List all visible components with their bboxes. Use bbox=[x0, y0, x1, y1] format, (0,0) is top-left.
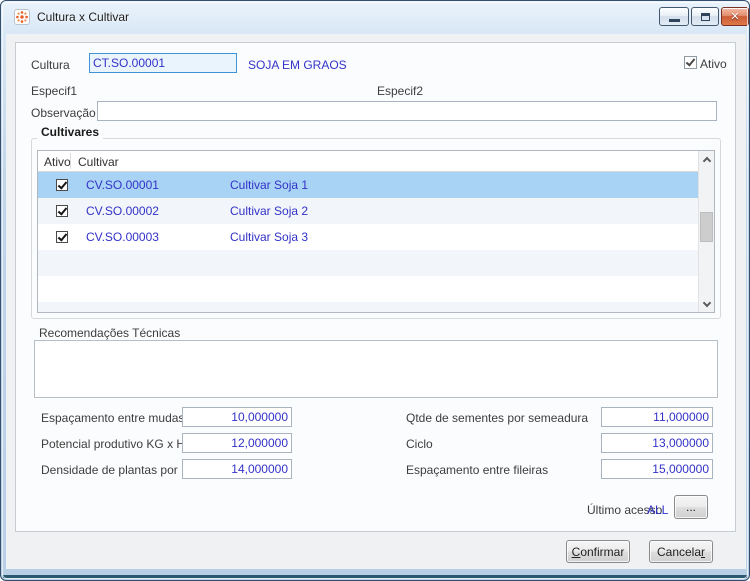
maximize-icon bbox=[700, 12, 710, 21]
cultivar-code: CV.SO.00001 bbox=[86, 178, 159, 192]
window-cultura-x-cultivar: Cultura x Cultivar ✕ Cultura SOJA EM GRA… bbox=[0, 0, 750, 581]
cultivar-code: CV.SO.00002 bbox=[86, 204, 159, 218]
cultura-label: Cultura bbox=[31, 58, 70, 72]
recomendacoes-textarea[interactable] bbox=[34, 340, 718, 398]
empty-row bbox=[38, 302, 714, 312]
qtde-sementes-input[interactable] bbox=[601, 407, 713, 427]
cultivar-name: Cultivar Soja 3 bbox=[230, 230, 309, 244]
empty-row bbox=[38, 276, 714, 302]
cultivares-group-label: Cultivares bbox=[37, 125, 104, 139]
espacamento-fileiras-input[interactable] bbox=[601, 459, 713, 479]
app-icon bbox=[14, 9, 30, 25]
scrollbar-thumb[interactable] bbox=[700, 212, 713, 242]
potencial-produtivo-input[interactable] bbox=[182, 433, 292, 453]
ciclo-input[interactable] bbox=[601, 433, 713, 453]
cancel-button[interactable]: Cancelar bbox=[649, 540, 713, 563]
qtde-sementes-label: Qtde de sementes por semeadura bbox=[406, 411, 589, 425]
especif2-label: Especif2 bbox=[377, 84, 424, 98]
row-ativo-checkbox[interactable] bbox=[56, 231, 68, 243]
window-title: Cultura x Cultivar bbox=[37, 10, 130, 24]
cultivar-row[interactable]: CV.SO.00001 Cultivar Soja 1 bbox=[38, 172, 714, 198]
row-ativo-checkbox[interactable] bbox=[56, 179, 68, 191]
ciclo-label: Ciclo bbox=[406, 437, 433, 451]
cultivar-row[interactable]: CV.SO.00002 Cultivar Soja 2 bbox=[38, 198, 714, 224]
grid-header: Ativo Cultivar bbox=[38, 151, 714, 172]
title-bar[interactable]: Cultura x Cultivar ✕ bbox=[1, 1, 749, 34]
close-button[interactable]: ✕ bbox=[721, 7, 749, 26]
ultimo-acesso-value: ALL bbox=[647, 503, 669, 517]
cultura-input[interactable] bbox=[89, 53, 237, 73]
browse-button[interactable]: ... bbox=[674, 495, 708, 519]
potencial-produtivo-label: Potencial produtivo KG x HA bbox=[41, 437, 194, 451]
especif1-label: Especif1 bbox=[31, 84, 78, 98]
cultivar-row[interactable]: CV.SO.00003 Cultivar Soja 3 bbox=[38, 224, 714, 250]
cultivar-code: CV.SO.00003 bbox=[86, 230, 159, 244]
confirm-button[interactable]: Confirmar bbox=[566, 540, 630, 563]
minimize-button[interactable] bbox=[659, 7, 689, 26]
window-bottom-edge bbox=[3, 575, 747, 578]
densidade-plantas-input[interactable] bbox=[182, 459, 292, 479]
maximize-button[interactable] bbox=[691, 7, 719, 26]
chevron-up-icon bbox=[702, 156, 711, 165]
ativo-label: Ativo bbox=[700, 57, 727, 71]
espacamento-mudas-label: Espaçamento entre mudas bbox=[41, 411, 185, 425]
grid-body: CV.SO.00001 Cultivar Soja 1 CV.SO.00002 … bbox=[38, 172, 714, 312]
close-icon: ✕ bbox=[730, 10, 740, 23]
empty-row bbox=[38, 250, 714, 276]
row-ativo-checkbox[interactable] bbox=[56, 205, 68, 217]
minimize-icon bbox=[668, 19, 680, 22]
grid-vertical-scrollbar[interactable] bbox=[698, 151, 714, 312]
scroll-down-button[interactable] bbox=[699, 296, 714, 312]
cultivar-name: Cultivar Soja 1 bbox=[230, 178, 309, 192]
column-header-cultivar: Cultivar bbox=[78, 155, 119, 169]
cultivar-name: Cultivar Soja 2 bbox=[230, 204, 309, 218]
observacao-input[interactable] bbox=[97, 101, 717, 121]
observacao-label: Observação bbox=[31, 106, 96, 120]
espacamento-fileiras-label: Espaçamento entre fileiras bbox=[406, 463, 549, 477]
espacamento-mudas-input[interactable] bbox=[182, 407, 292, 427]
cultivares-grid: Ativo Cultivar CV.SO.00001 Cultivar Soja… bbox=[37, 150, 715, 313]
scroll-up-button[interactable] bbox=[699, 151, 714, 167]
recomendacoes-label: Recomendações Técnicas bbox=[39, 326, 181, 340]
cultura-description: SOJA EM GRAOS bbox=[248, 58, 347, 72]
column-header-ativo: Ativo bbox=[44, 155, 71, 169]
ativo-checkbox[interactable] bbox=[684, 56, 697, 69]
column-divider bbox=[70, 153, 71, 169]
densidade-plantas-label: Densidade de plantas por HA bbox=[41, 463, 198, 477]
chevron-down-icon bbox=[702, 298, 711, 307]
